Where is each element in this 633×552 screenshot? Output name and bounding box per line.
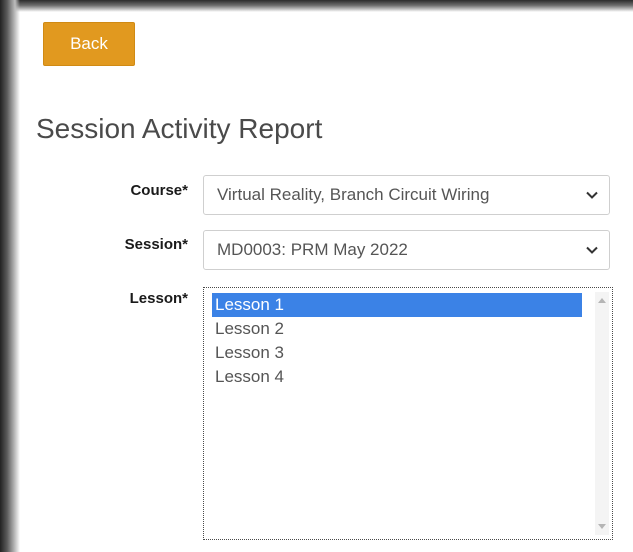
scroll-down-arrow-icon[interactable]	[598, 524, 606, 529]
lesson-option[interactable]: Lesson 2	[212, 317, 582, 341]
listbox-scrollbar[interactable]	[595, 292, 609, 535]
course-select-value: Virtual Reality, Branch Circuit Wiring	[217, 185, 490, 204]
window-top-edge	[0, 0, 633, 12]
lesson-option[interactable]: Lesson 3	[212, 341, 582, 365]
lesson-label: Lesson*	[129, 290, 188, 307]
session-select-value: MD0003: PRM May 2022	[217, 240, 408, 259]
chevron-down-icon	[586, 191, 598, 199]
back-button[interactable]: Back	[43, 22, 135, 66]
session-select[interactable]: MD0003: PRM May 2022	[203, 230, 610, 270]
page-frame: Back Session Activity Report Course* Vir…	[0, 0, 633, 552]
page-title: Session Activity Report	[36, 113, 323, 144]
chevron-down-icon	[586, 246, 598, 254]
course-label: Course*	[130, 182, 188, 199]
session-label: Session*	[124, 236, 188, 253]
window-left-edge	[0, 0, 20, 552]
course-select[interactable]: Virtual Reality, Branch Circuit Wiring	[203, 175, 610, 215]
lesson-option[interactable]: Lesson 1	[212, 293, 582, 317]
scroll-up-arrow-icon[interactable]	[598, 298, 606, 303]
lesson-listbox[interactable]: Lesson 1 Lesson 2 Lesson 3 Lesson 4	[203, 287, 613, 540]
lesson-option[interactable]: Lesson 4	[212, 365, 582, 389]
lesson-options: Lesson 1 Lesson 2 Lesson 3 Lesson 4	[212, 293, 582, 389]
